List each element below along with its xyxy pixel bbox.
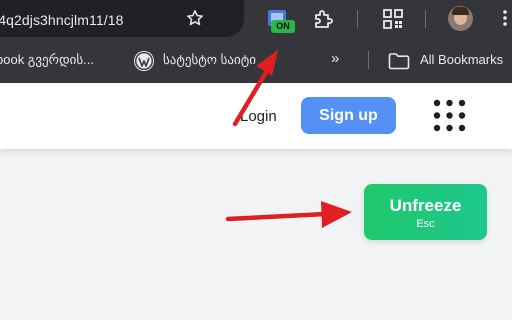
folder-icon [388, 53, 410, 70]
toolbar-divider [425, 10, 426, 28]
wordpress-icon [134, 51, 154, 71]
url-text[interactable]: ctk4q2djs3hncjlm11/18 [0, 12, 123, 28]
all-bookmarks-link[interactable]: All Bookmarks [420, 52, 503, 67]
unfreeze-button[interactable]: Unfreeze Esc [364, 184, 487, 240]
qr-code-icon[interactable] [381, 7, 405, 31]
login-link[interactable]: Login [240, 108, 277, 125]
extension-on-badge: ON [271, 20, 295, 33]
bookmarks-bar: book გვერდის... სატესტო საიტი » All Book… [0, 44, 512, 76]
bookmarks-divider [368, 51, 369, 69]
unfreeze-shortcut: Esc [416, 218, 435, 230]
avatar[interactable] [448, 6, 473, 31]
puzzle-icon[interactable] [312, 7, 336, 31]
toolbar-divider [357, 10, 358, 28]
bookmark-item[interactable]: სატესტო საიტი [163, 52, 256, 68]
bookmark-item[interactable]: book გვერდის... [0, 52, 94, 68]
site-header: Login Sign up [0, 83, 512, 149]
apps-grid-icon[interactable] [433, 99, 466, 132]
signup-button[interactable]: Sign up [301, 97, 396, 134]
address-bar[interactable]: ctk4q2djs3hncjlm11/18 [0, 0, 244, 37]
bookmarks-overflow-button[interactable]: » [331, 50, 339, 67]
browser-toolbar: ctk4q2djs3hncjlm11/18 ON book გვერდის...… [0, 0, 512, 83]
star-icon[interactable] [185, 8, 205, 28]
unfreeze-label: Unfreeze [389, 196, 462, 215]
kebab-menu-icon[interactable] [495, 8, 512, 28]
arrow-to-unfreeze [225, 201, 352, 228]
